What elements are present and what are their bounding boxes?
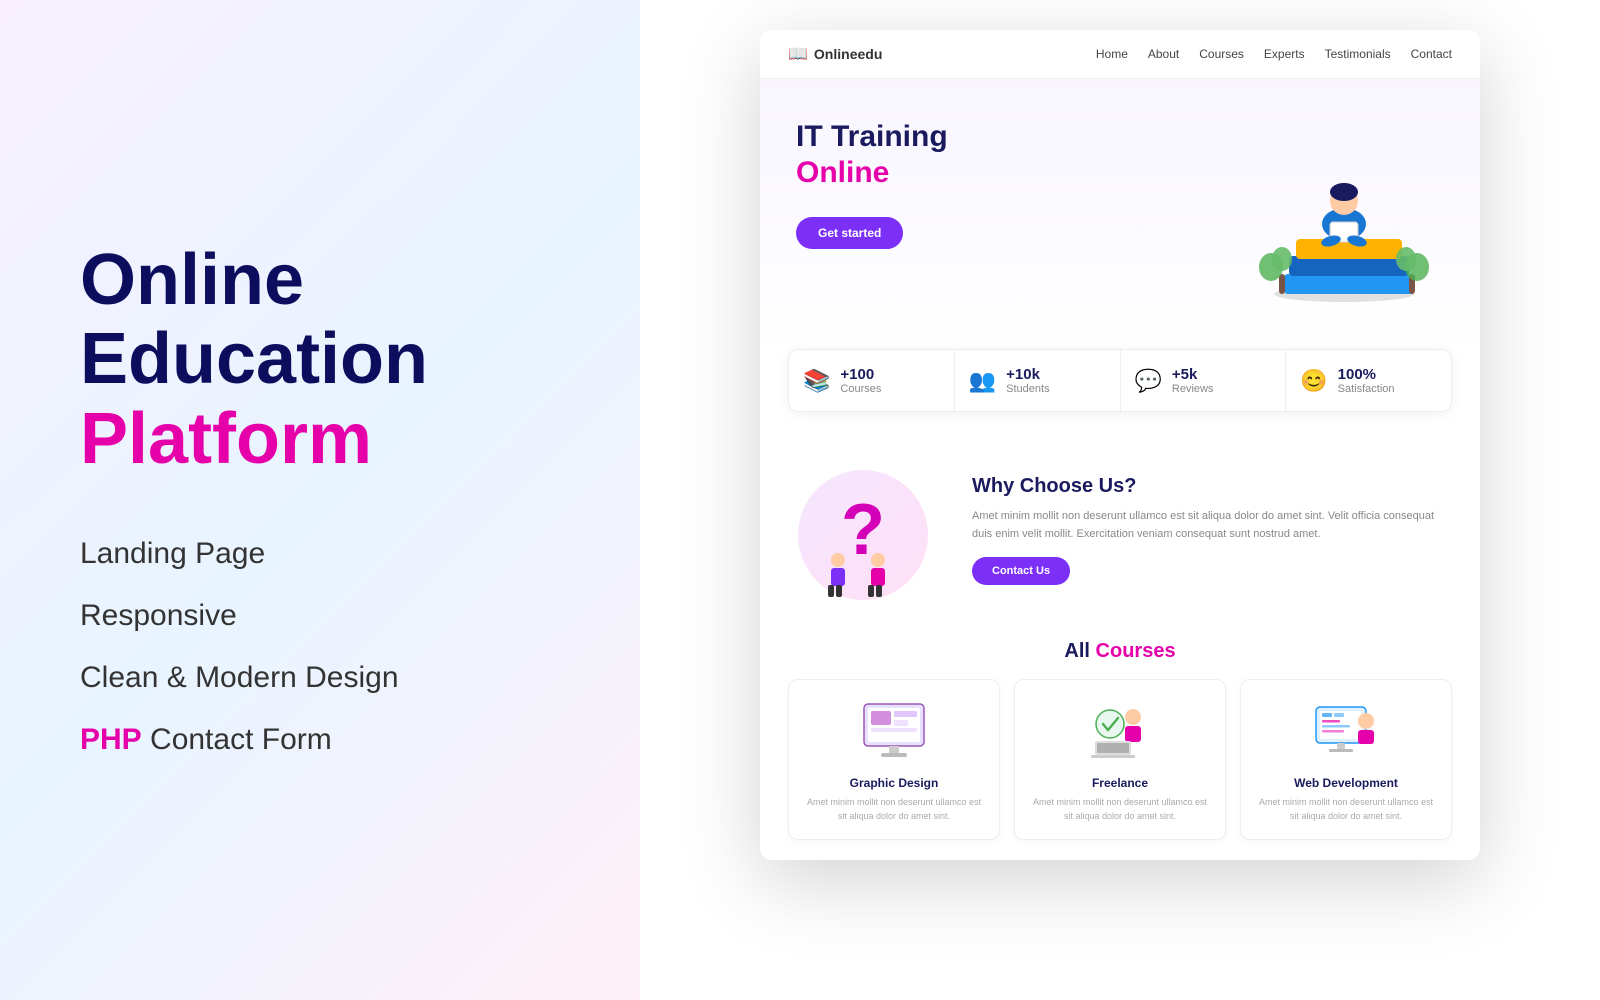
contact-us-button[interactable]: Contact Us xyxy=(972,557,1070,585)
courses-title-plain: All xyxy=(1064,640,1095,662)
title-line2: Education xyxy=(80,322,560,398)
browser-mockup: 📖 Onlineedu Home About Courses Experts T… xyxy=(760,30,1480,860)
courses-title-pink: Courses xyxy=(1096,640,1176,662)
courses-section: All Courses xyxy=(760,620,1480,860)
php-label: PHP xyxy=(80,723,142,756)
nav-about[interactable]: About xyxy=(1148,47,1179,61)
nav-contact[interactable]: Contact xyxy=(1411,47,1452,61)
courses-grid: Graphic Design Amet minim mollit non des… xyxy=(788,679,1452,840)
left-panel: Online Education Platform Landing Page R… xyxy=(0,0,640,1000)
why-content: Why Choose Us? Amet minim mollit non des… xyxy=(972,475,1452,585)
students-number: +10k xyxy=(1006,366,1049,383)
why-section: ? Why xyxy=(760,440,1480,620)
stat-satisfaction: 😊 100% Satisfaction xyxy=(1286,350,1451,411)
course-web-dev-name: Web Development xyxy=(1257,776,1435,790)
courses-title: All Courses xyxy=(788,640,1452,663)
why-illustration: ? xyxy=(788,460,948,600)
nav-experts[interactable]: Experts xyxy=(1264,47,1305,61)
hero-text: IT Training Online Get started xyxy=(796,119,1224,249)
course-card-web-dev: Web Development Amet minim mollit non de… xyxy=(1240,679,1452,840)
course-graphic-design-name: Graphic Design xyxy=(805,776,983,790)
qmark-wrap: ? xyxy=(788,460,938,600)
navbar: 📖 Onlineedu Home About Courses Experts T… xyxy=(760,30,1480,79)
why-people-svg xyxy=(808,550,918,600)
reviews-label: Reviews xyxy=(1172,383,1214,395)
course-graphic-design-desc: Amet minim mollit non deserunt ullamco e… xyxy=(805,796,983,823)
freelance-svg xyxy=(1085,699,1155,764)
nav-home[interactable]: Home xyxy=(1096,47,1128,61)
course-card-graphic-design: Graphic Design Amet minim mollit non des… xyxy=(788,679,1000,840)
stat-courses: 📚 +100 Courses xyxy=(789,350,955,411)
right-panel: 📖 Onlineedu Home About Courses Experts T… xyxy=(640,0,1600,1000)
web-dev-svg xyxy=(1311,699,1381,764)
graphic-design-svg xyxy=(859,699,929,764)
stat-students: 👥 +10k Students xyxy=(955,350,1121,411)
title-line1: Online xyxy=(80,243,560,319)
nav-testimonials[interactable]: Testimonials xyxy=(1325,47,1391,61)
satisfaction-number: 100% xyxy=(1338,366,1395,383)
courses-number: +100 xyxy=(840,366,881,383)
courses-icon: 📚 xyxy=(803,368,830,394)
students-icon: 👥 xyxy=(969,368,996,394)
stat-reviews: 💬 +5k Reviews xyxy=(1121,350,1287,411)
satisfaction-label: Satisfaction xyxy=(1338,383,1395,395)
graphic-design-icon-area xyxy=(805,696,983,766)
feature-clean-design: Clean & Modern Design xyxy=(80,661,560,695)
courses-label: Courses xyxy=(840,383,881,395)
reviews-number: +5k xyxy=(1172,366,1214,383)
feature-list: Landing Page Responsive Clean & Modern D… xyxy=(80,537,560,757)
hero-title-line1: IT Training xyxy=(796,120,948,153)
course-freelance-name: Freelance xyxy=(1031,776,1209,790)
satisfaction-icon: 😊 xyxy=(1300,368,1327,394)
logo-text: Onlineedu xyxy=(814,46,882,62)
why-description: Amet minim mollit non deserunt ullamco e… xyxy=(972,508,1452,543)
title-platform: Platform xyxy=(80,402,560,478)
feature-responsive: Responsive xyxy=(80,599,560,633)
feature-php-form: PHP Contact Form xyxy=(80,723,560,757)
freelance-icon-area xyxy=(1031,696,1209,766)
why-title: Why Choose Us? xyxy=(972,475,1452,498)
hero-illustration xyxy=(1224,119,1444,319)
left-title-block: Online Education Platform xyxy=(80,243,560,538)
get-started-button[interactable]: Get started xyxy=(796,217,903,249)
reviews-icon: 💬 xyxy=(1135,368,1162,394)
book-icon: 📖 xyxy=(788,44,808,64)
web-dev-icon-area xyxy=(1257,696,1435,766)
nav-logo: 📖 Onlineedu xyxy=(788,44,882,64)
hero-title-line2: Online xyxy=(796,155,1224,191)
nav-courses[interactable]: Courses xyxy=(1199,47,1244,61)
hero-title: IT Training Online xyxy=(796,119,1224,191)
feature-landing-page: Landing Page xyxy=(80,537,560,571)
nav-links[interactable]: Home About Courses Experts Testimonials … xyxy=(1096,47,1452,61)
course-web-dev-desc: Amet minim mollit non deserunt ullamco e… xyxy=(1257,796,1435,823)
stats-bar: 📚 +100 Courses 👥 +10k Students 💬 +5k Rev… xyxy=(788,349,1452,412)
course-freelance-desc: Amet minim mollit non deserunt ullamco e… xyxy=(1031,796,1209,823)
students-label: Students xyxy=(1006,383,1049,395)
course-card-freelance: Freelance Amet minim mollit non deserunt… xyxy=(1014,679,1226,840)
hero-section: IT Training Online Get started xyxy=(760,79,1480,349)
hero-svg xyxy=(1224,119,1444,319)
